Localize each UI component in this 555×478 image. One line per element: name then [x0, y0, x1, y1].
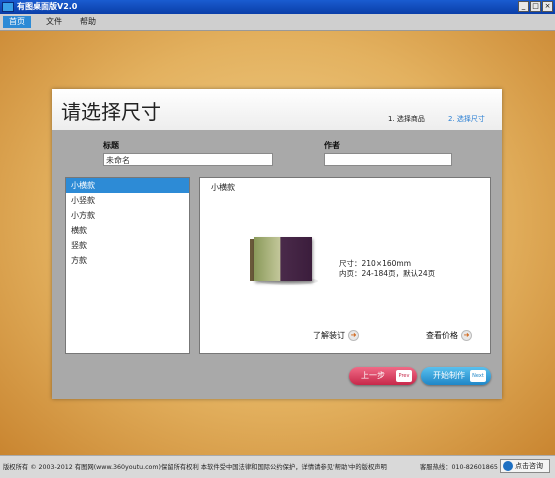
start-making-button[interactable]: 开始制作 Next: [421, 367, 491, 385]
previous-step-button[interactable]: 上一步 Prev: [349, 367, 417, 385]
app-icon: [2, 2, 14, 12]
consult-label: 点击咨询: [515, 462, 543, 470]
size-item-small-square[interactable]: 小方款: [66, 208, 189, 223]
menu-bar: 首页 文件 帮助: [0, 14, 555, 31]
preview-pane: 小横款 尺寸：210×160mm 内页：24-184页，默认24页 了解装订 ➜…: [199, 177, 491, 354]
title-bar: 有图桌面版V2.0 _ □ ×: [0, 0, 555, 14]
page-heading: 请选择尺寸: [61, 100, 161, 124]
preview-size-name: 小横款: [211, 183, 235, 192]
size-item-small-portrait[interactable]: 小竖款: [66, 193, 189, 208]
menu-help[interactable]: 帮助: [74, 16, 102, 28]
close-button[interactable]: ×: [542, 1, 553, 12]
author-input[interactable]: [324, 153, 452, 166]
window-controls: _ □ ×: [518, 1, 553, 12]
menu-home[interactable]: 首页: [3, 16, 31, 28]
learn-binding-link[interactable]: 了解装订 ➜: [313, 330, 359, 341]
title-label: 标题: [103, 141, 119, 150]
step-select-product: 1. 选择商品: [388, 115, 425, 123]
book-preview-image: [250, 237, 318, 285]
arrow-right-icon: ➜: [348, 330, 359, 341]
consult-button[interactable]: 点击咨询: [500, 459, 550, 473]
size-item-portrait[interactable]: 竖款: [66, 238, 189, 253]
size-item-square[interactable]: 方款: [66, 253, 189, 268]
prev-tag-icon: Prev: [396, 370, 412, 382]
learn-binding-label: 了解装订: [313, 331, 345, 340]
pages-spec: 内页：24-184页，默认24页: [339, 269, 436, 278]
minimize-button[interactable]: _: [518, 1, 529, 12]
previous-step-label: 上一步: [361, 371, 385, 380]
step-select-size: 2. 选择尺寸: [448, 115, 485, 123]
start-making-label: 开始制作: [433, 371, 465, 380]
status-bar: 版权所有 © 2003-2012 有图网(www.360youtu.com)保留…: [0, 455, 555, 478]
window-title: 有图桌面版V2.0: [17, 2, 78, 11]
qq-icon: [503, 461, 513, 471]
menu-file[interactable]: 文件: [40, 16, 68, 28]
hotline-text: 客服热线：010-82601865: [420, 464, 498, 471]
copyright-text: 版权所有 © 2003-2012 有图网(www.360youtu.com)保留…: [3, 464, 387, 471]
arrow-right-icon: ➜: [461, 330, 472, 341]
panel-header: 请选择尺寸 1. 选择商品 2. 选择尺寸: [52, 89, 502, 130]
size-selection-panel: 请选择尺寸 1. 选择商品 2. 选择尺寸 标题 未命名 作者 小横款 小竖款 …: [52, 89, 502, 399]
size-list: 小横款 小竖款 小方款 横款 竖款 方款: [65, 177, 190, 354]
author-label: 作者: [324, 141, 340, 150]
size-item-small-landscape[interactable]: 小横款: [66, 178, 189, 193]
size-item-landscape[interactable]: 横款: [66, 223, 189, 238]
maximize-button[interactable]: □: [530, 1, 541, 12]
view-price-link[interactable]: 查看价格 ➜: [426, 330, 472, 341]
view-price-label: 查看价格: [426, 331, 458, 340]
title-input[interactable]: 未命名: [103, 153, 273, 166]
next-tag-icon: Next: [470, 370, 486, 382]
